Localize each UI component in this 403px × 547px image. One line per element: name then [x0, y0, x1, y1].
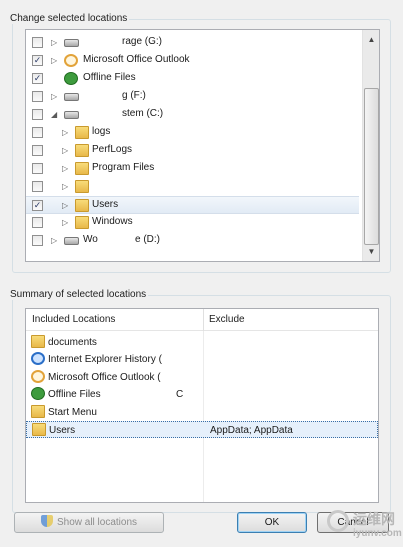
location-tree[interactable]: ▷ rage (G:) ✓ ▷ Microsoft Office Outlook ✓ Off… — [25, 29, 380, 262]
folder-icon — [75, 199, 89, 212]
summary-header: Included Locations Exclude — [26, 309, 378, 331]
show-all-label: Show all locations — [56, 517, 138, 528]
tree-item[interactable]: ✓ Offline Files — [26, 70, 359, 88]
scroll-down-icon[interactable]: ▼ — [364, 244, 379, 260]
folder-icon — [32, 423, 46, 436]
summary-list[interactable]: Included Locations Exclude documents Inte… — [25, 308, 379, 503]
tree-item[interactable]: ▷ Wo e (D:) — [26, 232, 359, 250]
summary-row-location: Users — [49, 425, 76, 436]
tree-item-label: g (F:) — [122, 90, 146, 101]
summary-row[interactable]: documents — [26, 334, 378, 351]
expand-arrow-icon[interactable]: ▷ — [62, 181, 70, 192]
tree-item-checkbox[interactable] — [32, 145, 43, 156]
folder-icon — [75, 162, 89, 175]
scroll-up-icon[interactable]: ▲ — [364, 32, 379, 48]
internet-explorer-icon — [31, 352, 45, 366]
summary-row-location-tail: C — [176, 389, 184, 401]
watermark-logo-icon — [327, 510, 349, 532]
tree-item[interactable]: ▷ Program Files — [26, 160, 359, 178]
summary-row[interactable]: Users AppData; AppData — [26, 421, 378, 438]
folder-icon — [75, 216, 89, 229]
expand-arrow-icon[interactable]: ▷ — [51, 91, 59, 102]
folder-icon — [75, 180, 89, 193]
tree-item-checkbox[interactable]: ✓ — [32, 55, 43, 66]
expand-arrow-icon[interactable]: ▷ — [62, 200, 70, 211]
offline-files-icon — [64, 72, 78, 85]
drive-icon — [64, 93, 79, 101]
expand-arrow-icon[interactable]: ▷ — [51, 37, 59, 48]
tree-item-label: stem (C:) — [122, 108, 164, 119]
scroll-thumb[interactable] — [364, 88, 379, 245]
tree-item[interactable]: ✓ ▷ Microsoft Office Outlook — [26, 52, 359, 70]
expand-arrow-icon[interactable]: ▷ — [62, 217, 70, 228]
summary-row[interactable]: Microsoft Office Outlook ( — [26, 369, 378, 386]
tree-item[interactable]: ▷ Windows — [26, 214, 359, 232]
tree-item-checkbox[interactable] — [32, 181, 43, 192]
tree-item-checkbox[interactable] — [32, 109, 43, 120]
tree-item-checkbox[interactable]: ✓ — [32, 200, 43, 211]
tree-item-label: Program Files — [92, 162, 155, 173]
summary-row-location: documents — [48, 337, 97, 348]
drive-icon — [64, 237, 79, 245]
watermark-en: iyunv.com — [353, 528, 402, 539]
tree-item-checkbox[interactable] — [32, 37, 43, 48]
summary-row[interactable]: Internet Explorer History ( — [26, 351, 378, 368]
folder-icon — [31, 404, 45, 418]
tree-item[interactable]: ▷ — [26, 178, 359, 196]
summary-row-location: Start Menu — [48, 406, 97, 418]
tree-item-checkbox[interactable] — [32, 91, 43, 102]
tree-item[interactable]: ▷ PerfLogs — [26, 142, 359, 160]
folder-icon — [75, 144, 89, 157]
folder-icon — [31, 335, 45, 348]
tree-item-checkbox[interactable] — [32, 127, 43, 138]
tree-item-label: Users — [92, 199, 119, 210]
windows-drive-icon — [64, 111, 79, 119]
summary-row-location: Microsoft Office Outlook ( — [48, 371, 161, 383]
expand-arrow-icon[interactable]: ▷ — [51, 55, 59, 66]
summary-title: Summary of selected locations — [8, 289, 149, 300]
column-divider[interactable] — [203, 309, 204, 331]
change-locations-title: Change selected locations — [8, 13, 130, 24]
column-exclude[interactable]: Exclude — [209, 314, 245, 325]
tree-item[interactable]: ◢ stem (C:) — [26, 106, 359, 124]
drive-icon — [64, 39, 79, 47]
tree-item-label: Windows — [92, 216, 133, 227]
tree-item[interactable]: ▷ g (F:) — [26, 88, 359, 106]
tree-item-checkbox[interactable] — [32, 163, 43, 174]
collapse-arrow-icon[interactable]: ◢ — [51, 109, 59, 120]
expand-arrow-icon[interactable]: ▷ — [51, 235, 59, 246]
uac-shield-icon — [40, 515, 53, 527]
column-included-locations[interactable]: Included Locations — [32, 314, 115, 325]
summary-row[interactable]: Offline Files C — [26, 386, 378, 403]
ok-button[interactable]: OK — [237, 512, 307, 533]
expand-arrow-icon[interactable]: ▷ — [62, 145, 70, 156]
expand-arrow-icon[interactable]: ▷ — [62, 127, 70, 138]
tree-item-label-tail: e (D:) — [135, 234, 160, 245]
outlook-icon — [64, 54, 78, 67]
watermark: 运维网 iyunv.com — [327, 507, 402, 543]
summary-row-location: Offline Files — [48, 389, 101, 401]
tree-item-checkbox[interactable] — [32, 217, 43, 228]
tree-item-checkbox[interactable] — [32, 235, 43, 246]
tree-item[interactable]: ▷ rage (G:) — [26, 34, 359, 52]
tree-scrollbar[interactable]: ▲ ▼ — [362, 30, 379, 261]
tree-item[interactable]: ▷ logs — [26, 124, 359, 142]
folder-icon — [75, 126, 89, 139]
tree-item-label: Wo — [83, 234, 98, 245]
tree-item-label: rage (G:) — [122, 36, 163, 47]
show-all-locations-button[interactable]: Show all locations — [14, 512, 164, 533]
watermark-cn: 运维网 — [353, 511, 395, 527]
outlook-icon — [31, 369, 45, 383]
summary-row-exclude: AppData; AppData — [210, 425, 293, 436]
tree-item-checkbox[interactable]: ✓ — [32, 73, 43, 84]
tree-item-label: Microsoft Office Outlook — [83, 54, 190, 65]
expand-arrow-icon[interactable]: ▷ — [62, 163, 70, 174]
tree-item-label: Offline Files — [83, 72, 136, 83]
summary-row[interactable]: Start Menu — [26, 404, 378, 421]
tree-item-label: logs — [92, 126, 111, 137]
tree-item-label: PerfLogs — [92, 144, 133, 155]
tree-item[interactable]: ✓ ▷ Users — [26, 196, 359, 214]
summary-row-location: Internet Explorer History ( — [48, 354, 162, 366]
offline-files-icon — [31, 387, 45, 401]
